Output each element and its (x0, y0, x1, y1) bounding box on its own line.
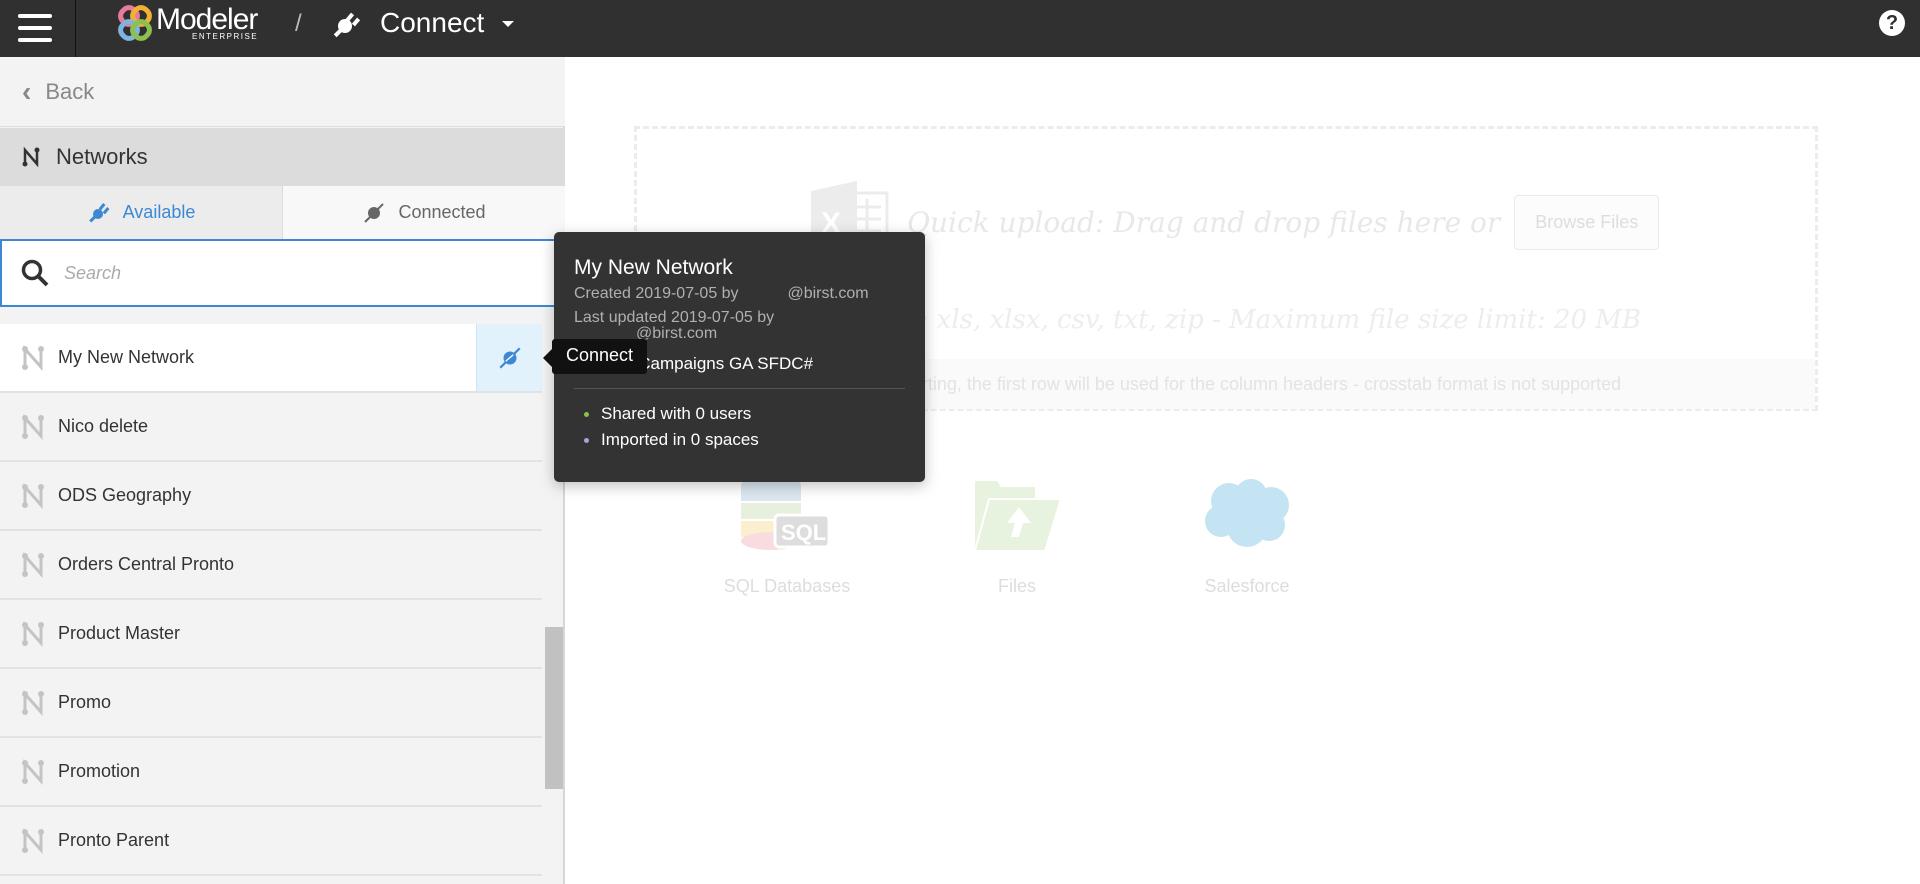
list-item-label: Nico delete (58, 416, 149, 436)
source-label: SQL Databases (723, 576, 851, 596)
modeler-logo-icon (118, 5, 152, 41)
list-item-label: Promo (58, 692, 112, 712)
salesforce-cloud-icon (1205, 479, 1289, 547)
list-item[interactable]: Nico delete (0, 393, 542, 462)
search-box (0, 239, 565, 307)
list-item[interactable]: ODS Geography (0, 462, 542, 531)
quick-upload-text: Quick upload: Drag and drop files here o… (907, 205, 1501, 239)
back-label: Back (45, 78, 95, 104)
plug-connected-icon (364, 202, 385, 223)
brand: Modeler ENTERPRISE (156, 2, 259, 41)
list-item[interactable]: Pronto Parent (0, 807, 542, 876)
breadcrumb-separator: / (295, 10, 302, 37)
chevron-left-icon: ‹ (22, 75, 32, 107)
connect-tooltip: Connect (542, 339, 648, 374)
bullet-icon (584, 437, 589, 443)
bullet-icon (584, 411, 589, 417)
stat-imported: Imported in 0 spaces (574, 427, 905, 453)
browse-files-button[interactable]: Browse Files (1514, 194, 1660, 250)
network-list: My New Network Nico delete ODS Geography… (0, 324, 542, 876)
brand-sub: ENTERPRISE (192, 32, 259, 41)
source-sql[interactable]: SQL SQL Databases (717, 475, 857, 597)
networks-header: Networks (0, 128, 565, 186)
hamburger-icon (18, 14, 52, 18)
list-item[interactable]: Orders Central Pronto (0, 531, 542, 600)
scrollbar[interactable] (545, 627, 563, 789)
network-icon (22, 758, 44, 785)
tab-connected[interactable]: Connected (282, 186, 565, 239)
network-icon (22, 620, 44, 647)
list-item[interactable]: Promo (0, 669, 542, 738)
stat-shared: Shared with 0 users (574, 401, 905, 427)
tabs: Available Connected (0, 186, 565, 239)
list-item-label: Promotion (58, 761, 141, 781)
network-icon (22, 344, 44, 371)
plug-icon (333, 12, 361, 38)
network-icon (22, 827, 44, 854)
network-icon (22, 146, 40, 168)
list-item-label: ODS Geography (58, 485, 192, 505)
back-button[interactable]: ‹ Back (0, 57, 565, 127)
list-item-label: Product Master (58, 623, 181, 643)
divider (75, 0, 76, 57)
section-title[interactable]: Connect (380, 7, 484, 39)
list-item-label: Pronto Parent (58, 830, 170, 850)
plug-icon (88, 202, 110, 223)
menu-button[interactable] (18, 8, 58, 48)
tab-available[interactable]: Available (0, 186, 282, 239)
tab-available-label: Available (122, 202, 196, 222)
help-icon[interactable]: ? (1879, 10, 1905, 36)
source-list: SQL SQL Databases Files Salesforce (717, 475, 1317, 597)
sql-database-icon: SQL (741, 476, 831, 550)
network-icon (22, 482, 44, 509)
divider (574, 388, 905, 389)
quick-upload-line: X Quick upload: Drag and drop files here… (807, 179, 1660, 265)
plug-icon (498, 346, 521, 369)
list-item[interactable]: My New Network (0, 324, 542, 393)
tab-connected-label: Connected (398, 202, 486, 222)
stats-list: Shared with 0 users Imported in 0 spaces (574, 401, 905, 453)
list-item-label: Orders Central Pronto (58, 554, 235, 574)
sidebar: ‹ Back Networks Available Connected Sear… (0, 57, 565, 884)
network-icon (22, 689, 44, 716)
svg-text:SQL: SQL (781, 520, 826, 545)
network-icon (22, 551, 44, 578)
networks-label: Networks (56, 144, 148, 169)
folder-upload-icon (973, 481, 1063, 552)
source-label: Salesforce (1204, 576, 1290, 596)
search-input[interactable] (64, 262, 514, 284)
search-icon (21, 259, 49, 287)
network-icon (22, 413, 44, 440)
top-bar: Modeler ENTERPRISE / Connect ? (0, 0, 1920, 57)
chevron-down-icon[interactable] (502, 21, 514, 27)
popover-title: My New Network (574, 256, 733, 279)
list-item[interactable]: Product Master (0, 600, 542, 669)
source-label: Files (997, 576, 1036, 596)
source-salesforce[interactable]: Salesforce (1177, 475, 1317, 597)
connect-button[interactable] (476, 324, 542, 391)
created-info: Created 2019-07-05 by @birst.com (574, 285, 869, 302)
list-item[interactable]: Promotion (0, 738, 542, 807)
source-files[interactable]: Files (947, 475, 1087, 597)
list-item-label: My New Network (58, 347, 195, 367)
